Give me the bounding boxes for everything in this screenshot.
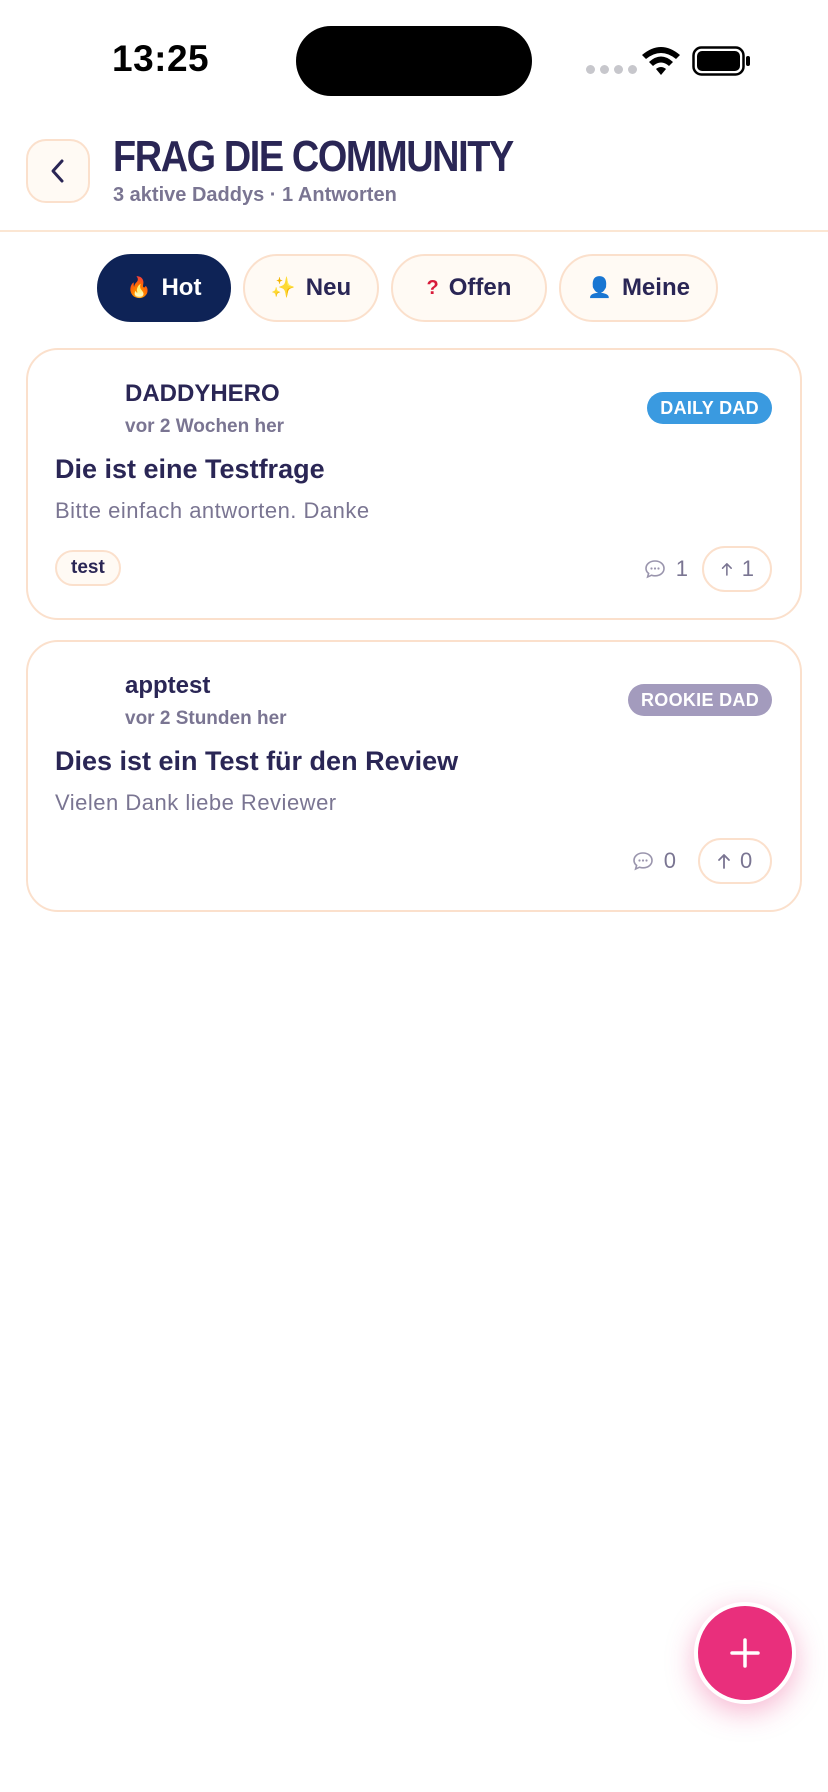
post-time: vor 2 Wochen her (125, 416, 285, 437)
comment-icon (644, 560, 665, 579)
comment-count: 1 (644, 556, 688, 582)
arrow-up-icon (721, 563, 732, 576)
post-time: vor 2 Stunden her (125, 708, 287, 729)
page-header: FRAG DIE COMMUNITY 3 aktive Daddys · 1 A… (0, 120, 828, 232)
cellular-signal-icon (586, 65, 637, 74)
tab-mine[interactable]: 👤 Meine (559, 254, 718, 322)
status-bar: 13:25 (0, 0, 828, 120)
question-body: Bitte einfach antworten. Danke (55, 498, 370, 523)
status-time: 13:25 (112, 38, 210, 79)
question-icon: ? (426, 277, 439, 299)
battery-icon (692, 46, 750, 76)
comment-count: 0 (632, 848, 676, 874)
question-body: Vielen Dank liebe Reviewer (55, 790, 337, 815)
chevron-left-icon (51, 159, 64, 183)
wifi-icon (642, 47, 680, 75)
upvote-count: 1 (741, 556, 754, 581)
comment-icon (632, 852, 653, 871)
upvote-button[interactable]: 0 (698, 838, 772, 884)
page-title: FRAG DIE COMMUNITY (113, 132, 514, 181)
tab-open[interactable]: ? Offen (391, 254, 547, 322)
tab-hot[interactable]: 🔥 Hot (97, 254, 231, 322)
plus-icon (730, 1638, 760, 1668)
fire-icon: 🔥 (126, 277, 152, 299)
question-card[interactable]: apptest vor 2 Stunden her ROOKIE DAD Die… (26, 640, 802, 912)
tab-label: Meine (621, 274, 690, 301)
tag-chip[interactable]: test (55, 550, 121, 586)
tab-label: Offen (448, 274, 512, 301)
question-title: Die ist eine Testfrage (55, 454, 325, 484)
tab-new[interactable]: ✨ Neu (243, 254, 379, 322)
comment-count-value: 0 (663, 848, 676, 873)
rank-badge: ROOKIE DAD (627, 684, 772, 716)
new-question-button[interactable] (694, 1602, 796, 1704)
comment-count-value: 1 (675, 556, 688, 581)
arrow-up-icon (718, 854, 730, 869)
page-subtitle: 3 aktive Daddys · 1 Antworten (113, 184, 397, 206)
user-icon: 👤 (587, 277, 612, 299)
tab-label: Neu (305, 274, 352, 301)
tab-label: Hot (161, 274, 202, 301)
sparkles-icon: ✨ (270, 277, 296, 299)
upvote-count: 0 (740, 848, 753, 873)
question-title: Dies ist ein Test für den Review (55, 746, 459, 776)
filter-tabs: 🔥 Hot ✨ Neu ? Offen 👤 Meine (97, 254, 718, 322)
author-name[interactable]: apptest (125, 672, 210, 700)
dynamic-island (296, 26, 532, 96)
author-name[interactable]: DADDYHERO (125, 380, 280, 408)
rank-badge: DAILY DAD (647, 392, 772, 424)
upvote-button[interactable]: 1 (702, 546, 772, 592)
back-button[interactable] (26, 139, 90, 203)
question-card[interactable]: DADDYHERO vor 2 Wochen her DAILY DAD Die… (26, 348, 802, 620)
